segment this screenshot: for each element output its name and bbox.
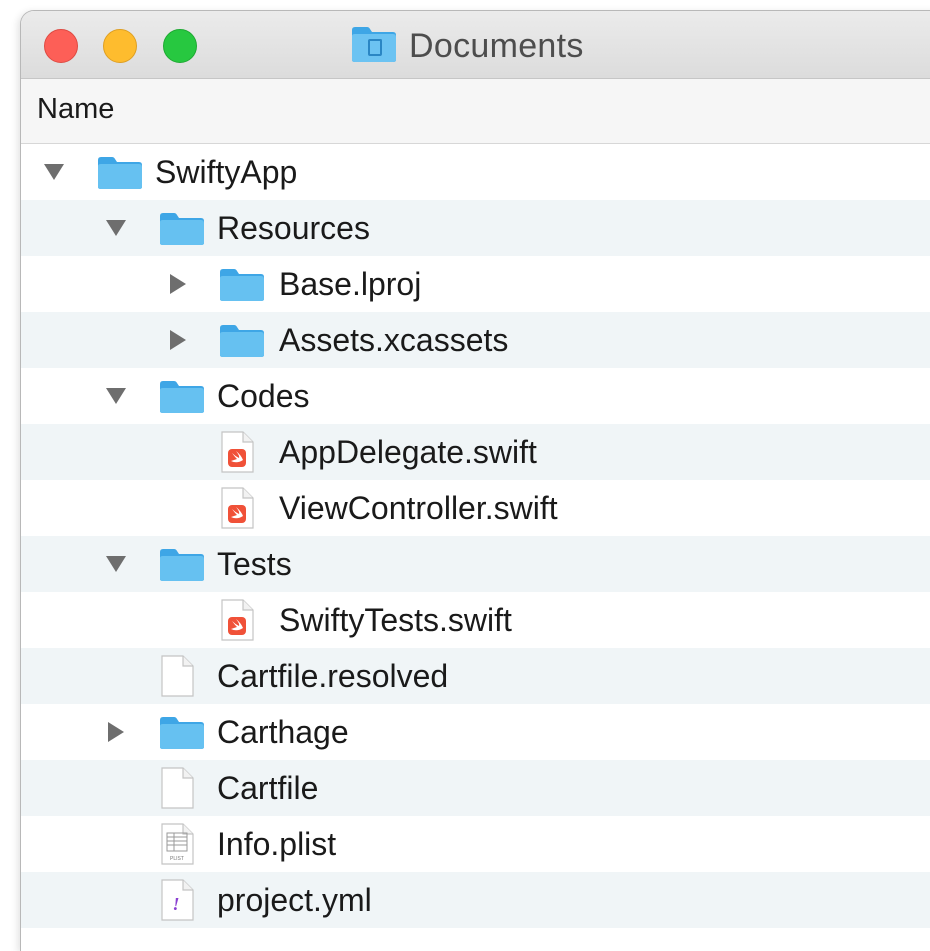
folder-icon bbox=[159, 212, 205, 251]
list-item[interactable]: Base.lproj bbox=[21, 256, 930, 312]
disclosure-collapsed-icon[interactable] bbox=[167, 273, 189, 295]
list-item-label: Cartfile bbox=[217, 770, 319, 806]
folder-icon bbox=[159, 548, 205, 587]
folder-icon bbox=[97, 156, 143, 195]
list-item[interactable]: Cartfile bbox=[21, 760, 930, 816]
column-header-name[interactable]: Name bbox=[21, 79, 930, 144]
list-item-label: Info.plist bbox=[217, 826, 337, 862]
list-item-label: project.yml bbox=[217, 882, 372, 918]
list-item[interactable]: Codes bbox=[21, 368, 930, 424]
list-item-label: SwiftyTests.swift bbox=[279, 602, 512, 638]
blank-file-icon bbox=[159, 767, 195, 814]
disclosure-expanded-icon[interactable] bbox=[105, 217, 127, 239]
folder-icon bbox=[219, 324, 265, 363]
swift-file-icon bbox=[219, 599, 255, 646]
list-item[interactable]: Assets.xcassets bbox=[21, 312, 930, 368]
disclosure-collapsed-icon[interactable] bbox=[167, 329, 189, 351]
list-item-label: Codes bbox=[217, 378, 310, 414]
folder-icon bbox=[159, 380, 205, 419]
list-item[interactable]: AppDelegate.swift bbox=[21, 424, 930, 480]
disclosure-expanded-icon[interactable] bbox=[105, 385, 127, 407]
list-item-label: Resources bbox=[217, 210, 370, 246]
svg-text:!: ! bbox=[172, 894, 179, 914]
list-item-label: Assets.xcassets bbox=[279, 322, 509, 358]
folder-icon bbox=[219, 268, 265, 307]
folder-icon bbox=[351, 25, 397, 68]
list-item-label: Cartfile.resolved bbox=[217, 658, 449, 694]
title-bar[interactable]: Documents bbox=[21, 11, 930, 79]
list-item-label: Tests bbox=[217, 546, 292, 582]
list-item[interactable]: PLIST Info.plist bbox=[21, 816, 930, 872]
column-header-label: Name bbox=[37, 93, 115, 125]
list-item[interactable]: ViewController.swift bbox=[21, 480, 930, 536]
svg-text:PLIST: PLIST bbox=[170, 856, 184, 862]
window-title-text: Documents bbox=[409, 27, 584, 65]
list-item[interactable]: ! project.yml bbox=[21, 872, 930, 928]
list-item-label: AppDelegate.swift bbox=[279, 434, 537, 470]
swift-file-icon bbox=[219, 431, 255, 478]
yaml-file-icon: ! bbox=[159, 879, 195, 926]
folder-icon bbox=[159, 716, 205, 755]
list-item[interactable]: Carthage bbox=[21, 704, 930, 760]
list-item[interactable]: Resources bbox=[21, 200, 930, 256]
list-item[interactable]: Cartfile.resolved bbox=[21, 648, 930, 704]
list-item[interactable]: Tests bbox=[21, 536, 930, 592]
list-item[interactable]: SwiftyApp bbox=[21, 144, 930, 200]
window-title: Documents bbox=[351, 25, 584, 68]
finder-window: Documents Name SwiftyApp Resources Base.lp… bbox=[20, 10, 930, 951]
disclosure-expanded-icon[interactable] bbox=[105, 553, 127, 575]
list-item-label: ViewController.swift bbox=[279, 490, 558, 526]
list-item[interactable]: SwiftyTests.swift bbox=[21, 592, 930, 648]
list-item-label: Carthage bbox=[217, 714, 349, 750]
blank-file-icon bbox=[159, 655, 195, 702]
list-item-label: SwiftyApp bbox=[155, 154, 298, 190]
minimize-button[interactable] bbox=[103, 29, 137, 63]
swift-file-icon bbox=[219, 487, 255, 534]
list-item-label: Base.lproj bbox=[279, 266, 422, 302]
close-button[interactable] bbox=[44, 29, 78, 63]
zoom-button[interactable] bbox=[163, 29, 197, 63]
disclosure-expanded-icon[interactable] bbox=[43, 161, 65, 183]
plist-file-icon: PLIST bbox=[159, 823, 195, 870]
disclosure-collapsed-icon[interactable] bbox=[105, 721, 127, 743]
